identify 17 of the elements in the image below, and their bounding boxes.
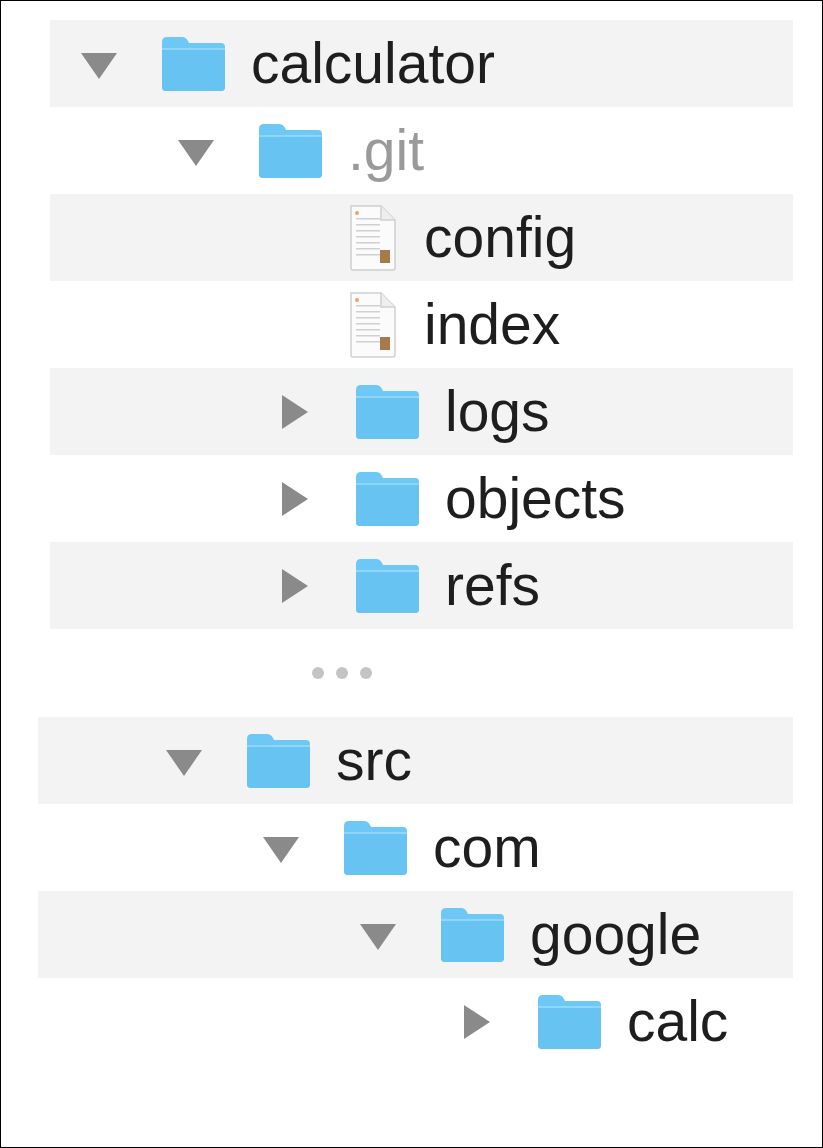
folder-icon xyxy=(160,35,226,92)
folder-name[interactable]: com xyxy=(433,819,541,876)
folder-icon xyxy=(439,906,505,963)
folder-icon xyxy=(257,122,323,179)
file-name[interactable]: index xyxy=(424,296,561,353)
folder-icon xyxy=(245,732,311,789)
folder-name[interactable]: refs xyxy=(445,557,541,614)
folder-icon xyxy=(354,383,420,440)
document-icon xyxy=(347,203,399,272)
folder-icon xyxy=(342,819,408,876)
document-icon xyxy=(347,290,399,359)
ellipsis-icon xyxy=(311,666,373,680)
folder-icon xyxy=(354,470,420,527)
folder-icon xyxy=(354,557,420,614)
folder-name[interactable]: calc xyxy=(627,993,729,1050)
folder-name[interactable]: src xyxy=(336,732,412,789)
folder-icon xyxy=(536,993,602,1050)
